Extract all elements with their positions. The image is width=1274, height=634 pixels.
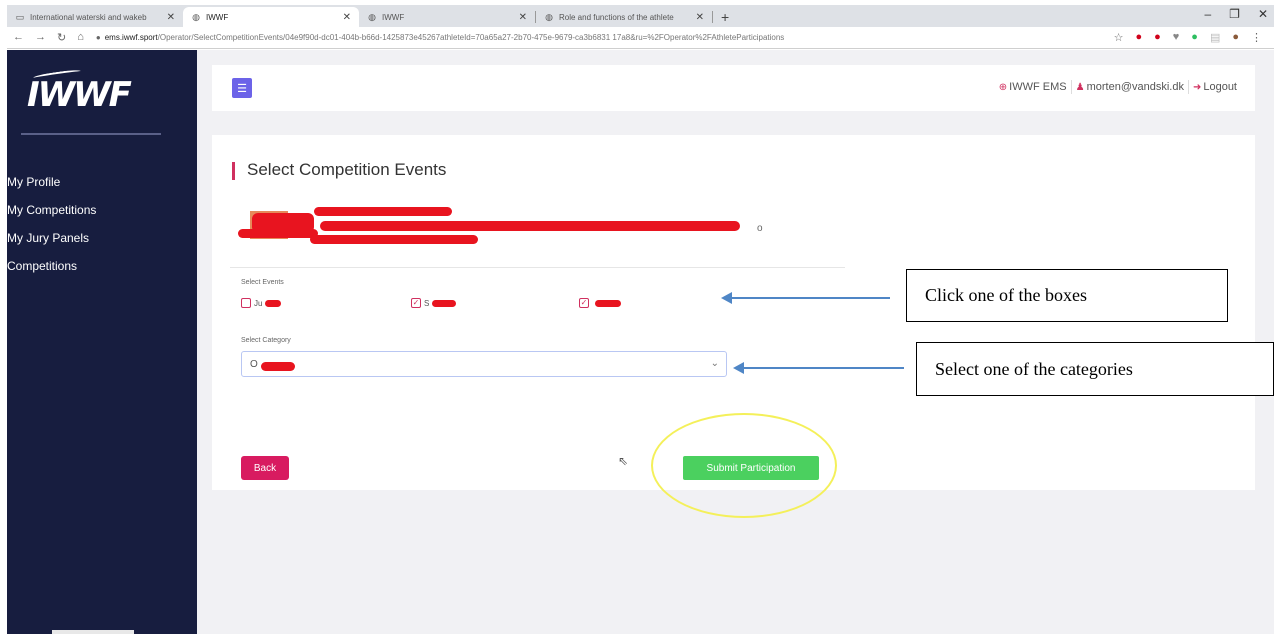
checkbox-checked[interactable]: ✓ (579, 298, 589, 308)
close-icon[interactable]: ✕ (343, 12, 351, 23)
close-icon[interactable]: ✕ (696, 12, 704, 23)
globe-icon: ◍ (192, 11, 200, 22)
reload-icon[interactable]: ↻ (57, 31, 66, 44)
address-bar: ← → ↻ ⌂ ● ems.iwwf.sport/Operator/SelectC… (7, 27, 1274, 49)
menu-dots-icon[interactable]: ⋮ (1251, 31, 1262, 44)
event-label: Ju (254, 298, 263, 308)
sidebar-item-competitions[interactable]: Competitions (7, 252, 197, 280)
menu-toggle-button[interactable]: ☰ (232, 78, 252, 98)
iwwf-favicon-icon: ▭ (15, 11, 25, 22)
tab-title: International waterski and wakeb (30, 12, 147, 22)
redaction-mark (432, 299, 457, 307)
highlight-ellipse (651, 413, 837, 518)
iwwf-logo[interactable]: IWWF (27, 75, 132, 115)
sidebar-item-my-competitions[interactable]: My Competitions (7, 196, 197, 224)
arrowhead (721, 292, 732, 304)
redaction-mark (265, 299, 282, 307)
minimize-icon[interactable]: – (1204, 7, 1211, 21)
user-icon: ♟ (1075, 81, 1085, 93)
athlete-info: o (230, 207, 850, 269)
checkbox-checked[interactable]: ✓ (411, 298, 421, 308)
logout-link[interactable]: ➜ Logout (1189, 81, 1241, 93)
browser-tab[interactable]: ◍ Role and functions of the athlete ✕ (536, 7, 712, 27)
redaction-mark (260, 361, 295, 371)
event-checkbox-2[interactable]: ✓ S (411, 298, 457, 308)
checkbox-unchecked[interactable] (241, 298, 251, 308)
section-divider (230, 267, 845, 268)
hamburger-icon: ☰ (237, 82, 247, 95)
user-email: morten@vandski.dk (1086, 81, 1184, 93)
page-title: Select Competition Events (247, 160, 447, 179)
close-icon[interactable]: ✕ (167, 12, 175, 23)
redaction-mark (310, 235, 478, 244)
ems-link[interactable]: ⊕ IWWF EMS (995, 81, 1071, 93)
event-checkbox-1[interactable]: Ju (241, 298, 282, 308)
sidebar-item-my-profile[interactable]: My Profile (7, 168, 197, 196)
redaction-mark (595, 299, 621, 307)
back-arrow-icon[interactable]: ← (13, 31, 24, 44)
close-icon[interactable]: ✕ (519, 12, 527, 23)
athlete-info-text: o (757, 223, 763, 234)
opera-icon[interactable]: ● (1135, 31, 1142, 44)
annotation-arrow (721, 292, 890, 304)
browser-tab-bar: ▭ International waterski and wakeb ✕ ◍ I… (7, 5, 1274, 27)
chevron-down-icon: ⌄ (710, 358, 719, 369)
mouse-cursor-icon: ⇖ (618, 454, 629, 468)
category-value: O (250, 358, 258, 370)
tab-title: IWWF (206, 12, 229, 22)
nav-buttons: ← → ↻ ⌂ (7, 31, 84, 44)
redaction-mark (314, 207, 452, 216)
logout-icon: ➜ (1192, 81, 1202, 93)
close-window-icon[interactable]: ✕ (1258, 7, 1268, 21)
top-links: ⊕ IWWF EMS ♟ morten@vandski.dk ➜ Logout (995, 80, 1241, 94)
top-bar: ☰ ⊕ IWWF EMS ♟ morten@vandski.dk ➜ Logou… (212, 65, 1255, 111)
category-select[interactable]: O ⌄ (241, 351, 727, 377)
url-path: /Operator/SelectCompetitionEvents/04e9f9… (157, 33, 785, 42)
url-host: ems.iwwf.sport (104, 33, 158, 42)
sidebar-item-my-jury-panels[interactable]: My Jury Panels (7, 224, 197, 252)
globe-icon: ◍ (368, 11, 376, 22)
title-accent-bar (232, 162, 235, 180)
sidebar-footer (52, 630, 134, 634)
home-icon[interactable]: ⌂ (77, 31, 84, 44)
extension-icon[interactable]: ♥ (1173, 31, 1180, 44)
globe-icon: ◍ (545, 11, 553, 22)
globe-icon: ⊕ (998, 81, 1008, 93)
ems-label: IWWF EMS (1009, 81, 1067, 93)
category-label: Select Category (241, 337, 291, 344)
lock-icon: ● (95, 33, 101, 42)
extension-icons: ☆ ● ● ♥ ● ▤ ● ⋮ (1114, 31, 1262, 44)
browser-tab[interactable]: ◍ IWWF ✕ (359, 7, 535, 27)
back-button[interactable]: Back (241, 456, 289, 480)
star-icon[interactable]: ☆ (1114, 31, 1124, 44)
new-tab-button[interactable]: + (713, 7, 737, 27)
browser-tab[interactable]: ▭ International waterski and wakeb ✕ (7, 7, 183, 27)
reader-icon[interactable]: ▤ (1210, 31, 1220, 44)
tab-title: Role and functions of the athlete (559, 12, 674, 22)
event-label: S (424, 298, 430, 308)
annotation-arrow (733, 362, 904, 374)
logo-tagline (21, 133, 161, 135)
redaction-mark (238, 229, 318, 238)
window-controls: – ❐ ✕ (1204, 7, 1268, 21)
arrowhead (733, 362, 744, 374)
url-field[interactable]: ● ems.iwwf.sport/Operator/SelectCompetiti… (96, 33, 1016, 42)
browser-tab-active[interactable]: ◍ IWWF ✕ (183, 7, 359, 27)
sidebar-menu: My Profile My Competitions My Jury Panel… (7, 168, 197, 280)
events-label: Select Events (241, 279, 284, 286)
profile-avatar-icon[interactable]: ● (1232, 31, 1239, 44)
event-checkbox-3[interactable]: ✓ (579, 298, 621, 308)
forward-arrow-icon[interactable]: → (35, 31, 46, 44)
sidebar: IWWF My Profile My Competitions My Jury … (7, 50, 197, 634)
evernote-icon[interactable]: ● (1191, 31, 1198, 44)
tab-title: IWWF (382, 12, 405, 22)
user-link[interactable]: ♟ morten@vandski.dk (1072, 81, 1188, 93)
callout-category-note: Select one of the categories (916, 342, 1274, 396)
callout-boxes-note: Click one of the boxes (906, 269, 1228, 322)
maximize-icon[interactable]: ❐ (1229, 7, 1240, 21)
redaction-mark (320, 221, 740, 231)
logout-label: Logout (1203, 81, 1237, 93)
adblock-icon[interactable]: ● (1154, 31, 1161, 44)
